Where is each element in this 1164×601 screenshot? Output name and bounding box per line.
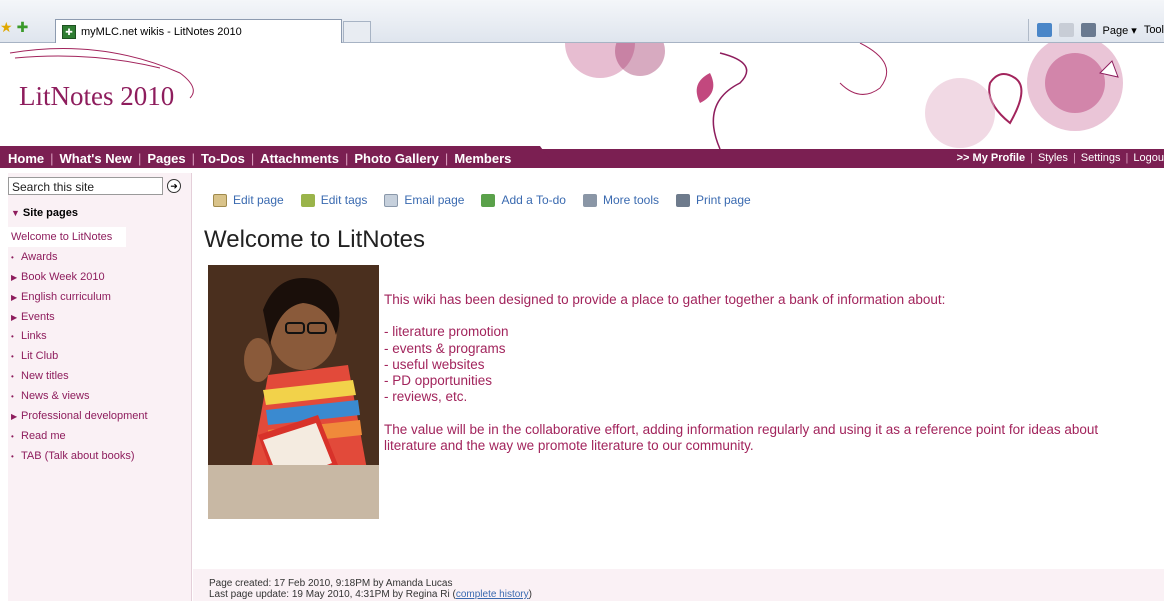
- print-page-button[interactable]: Print page: [676, 193, 751, 207]
- add-favorites-icon[interactable]: ✚: [17, 19, 29, 36]
- reading-woman-photo: [208, 265, 379, 519]
- nav-photo-gallery[interactable]: Photo Gallery: [354, 151, 439, 166]
- topic-list: - literature promotion - events & progra…: [384, 324, 509, 405]
- add-todo-button[interactable]: Add a To-do: [481, 193, 566, 207]
- new-tab-button[interactable]: [343, 21, 371, 43]
- sidebar-item-professional-development[interactable]: ▶ Professional development: [8, 406, 192, 426]
- nav-pages[interactable]: Pages: [147, 151, 185, 166]
- nav-home[interactable]: Home: [8, 151, 44, 166]
- sidebar-item-events[interactable]: ▶ Events: [8, 307, 192, 327]
- main-content: Edit page Edit tags Email page Add a To-…: [193, 173, 1164, 601]
- tag-icon: [300, 193, 315, 207]
- home-icon[interactable]: [1036, 23, 1052, 37]
- page-toolbar: Edit page Edit tags Email page Add a To-…: [213, 193, 751, 207]
- checkmark-icon: [481, 193, 496, 207]
- page-footer: Page created: 17 Feb 2010, 9:18PM by Ama…: [193, 569, 1164, 601]
- sidebar-item-awards[interactable]: • Awards: [8, 247, 192, 267]
- sidebar-item-welcome[interactable]: Welcome to LitNotes: [8, 227, 126, 247]
- feeds-icon[interactable]: [1058, 23, 1074, 37]
- favorites-star-icon[interactable]: ★: [0, 19, 13, 36]
- sidebar-item-read-me[interactable]: • Read me: [8, 426, 192, 446]
- email-page-button[interactable]: Email page: [384, 193, 464, 207]
- sidebar-item-lit-club[interactable]: • Lit Club: [8, 346, 192, 366]
- sidebar-item-english-curriculum[interactable]: ▶ English curriculum: [8, 287, 192, 307]
- nav-styles[interactable]: Styles: [1038, 152, 1068, 164]
- browser-toolbar: ★ ✚ ✚ myMLC.net wikis - LitNotes 2010 Pa…: [0, 0, 1164, 43]
- nav-settings[interactable]: Settings: [1081, 152, 1121, 164]
- main-navbar: Home | What's New | Pages | To-Dos | Attachm…: [0, 146, 1164, 168]
- closing-text: The value will be in the collaborative e…: [384, 421, 1099, 454]
- complete-history-link[interactable]: complete history: [456, 589, 529, 600]
- nav-logout[interactable]: Logou: [1133, 152, 1164, 164]
- sidebar-item-tab[interactable]: • TAB (Talk about books): [8, 446, 192, 466]
- search-input[interactable]: Search this site: [8, 177, 163, 195]
- nav-my-profile[interactable]: >> My Profile: [957, 152, 1025, 164]
- site-favicon-icon: ✚: [62, 24, 76, 39]
- page-created-info: Page created: 17 Feb 2010, 9:18PM by Ama…: [209, 578, 453, 589]
- wrench-icon: [582, 193, 597, 207]
- nav-todos[interactable]: To-Dos: [201, 151, 245, 166]
- browser-tab[interactable]: ✚ myMLC.net wikis - LitNotes 2010: [55, 19, 342, 43]
- page-menu[interactable]: Page ▾: [1103, 24, 1137, 37]
- site-pages-list: Welcome to LitNotes • Awards ▶ Book Week 2…: [8, 227, 192, 466]
- sidebar: Search this site ➜ ▼ Site pages Welcome t…: [8, 173, 192, 601]
- primary-nav: Home | What's New | Pages | To-Dos | Attachm…: [8, 150, 512, 166]
- search-go-icon[interactable]: ➜: [167, 179, 181, 193]
- site-pages-heading[interactable]: ▼ Site pages: [11, 207, 78, 219]
- collapse-triangle-icon: ▼: [11, 208, 20, 218]
- sidebar-item-links[interactable]: • Links: [8, 326, 192, 346]
- printer-icon: [676, 193, 690, 207]
- browser-tab-title: myMLC.net wikis - LitNotes 2010: [81, 25, 242, 38]
- page-body: This wiki has been designed to provide a…: [384, 292, 1154, 470]
- page-updated-info: Last page update: 19 May 2010, 4:31PM by…: [209, 589, 532, 600]
- user-nav: >> My Profile | Styles | Settings | Logou: [956, 152, 1164, 164]
- tools-menu[interactable]: Tool: [1144, 24, 1164, 36]
- favorites-area: ★ ✚: [0, 19, 28, 36]
- envelope-icon: [384, 193, 399, 207]
- flower-decoration: [9, 43, 1123, 149]
- nav-whats-new[interactable]: What's New: [60, 151, 132, 166]
- sidebar-item-new-titles[interactable]: • New titles: [8, 366, 192, 386]
- site-header: LitNotes 2010: [0, 43, 1164, 149]
- edit-page-button[interactable]: Edit page: [213, 193, 284, 207]
- command-bar: Page ▾ Tool: [1027, 19, 1164, 41]
- sidebar-item-news-views[interactable]: • News & views: [8, 386, 192, 406]
- nav-members[interactable]: Members: [454, 151, 511, 166]
- edit-tags-button[interactable]: Edit tags: [300, 193, 367, 207]
- intro-text: This wiki has been designed to provide a…: [384, 292, 946, 307]
- page-title: Welcome to LitNotes: [204, 226, 425, 253]
- nav-attachments[interactable]: Attachments: [260, 151, 339, 166]
- print-icon[interactable]: [1080, 23, 1096, 37]
- pencil-page-icon: [213, 193, 227, 207]
- site-title[interactable]: LitNotes 2010: [19, 81, 174, 112]
- more-tools-button[interactable]: More tools: [582, 193, 659, 207]
- sidebar-item-book-week[interactable]: ▶ Book Week 2010: [8, 267, 192, 287]
